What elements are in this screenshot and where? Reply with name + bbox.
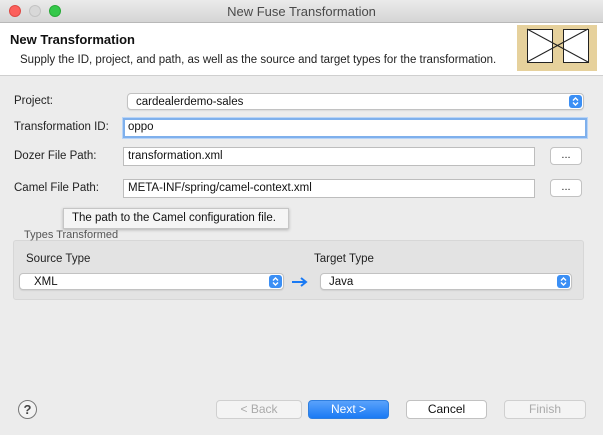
page-description: Supply the ID, project, and path, as wel… <box>20 54 497 66</box>
dozer-file-path-value: transformation.xml <box>128 150 223 162</box>
transformation-id-input[interactable]: oppo <box>123 118 587 138</box>
cancel-button[interactable]: Cancel <box>406 400 487 419</box>
chevron-updown-icon <box>269 275 282 288</box>
transformation-banner-icon <box>517 25 597 71</box>
target-type-select[interactable]: Java <box>320 273 572 290</box>
source-type-select[interactable]: XML <box>19 273 284 290</box>
project-label: Project: <box>14 95 53 107</box>
transformation-id-value: oppo <box>128 121 154 133</box>
project-value: cardealerdemo-sales <box>136 96 244 108</box>
chevron-updown-icon <box>557 275 570 288</box>
wizard-header: New Transformation Supply the ID, projec… <box>0 23 603 76</box>
types-transformed-group <box>13 240 584 300</box>
arrow-right-icon <box>292 277 308 287</box>
back-button[interactable]: < Back <box>216 400 302 419</box>
transformation-id-label: Transformation ID: <box>14 121 109 133</box>
source-type-label: Source Type <box>26 253 91 265</box>
title-bar: New Fuse Transformation <box>0 0 603 23</box>
source-type-value: XML <box>34 276 58 288</box>
dozer-browse-button[interactable]: ... <box>550 147 582 165</box>
page-title: New Transformation <box>10 32 135 47</box>
window-title: New Fuse Transformation <box>227 4 376 19</box>
dozer-file-path-input[interactable]: transformation.xml <box>123 147 535 166</box>
camel-browse-button[interactable]: ... <box>550 179 582 197</box>
chevron-updown-icon <box>569 95 582 108</box>
target-type-value: Java <box>329 276 354 288</box>
target-type-label: Target Type <box>314 253 374 265</box>
next-button[interactable]: Next > <box>308 400 389 419</box>
project-select[interactable]: cardealerdemo-sales <box>127 93 584 110</box>
types-transformed-label: Types Transformed <box>24 229 119 241</box>
camel-path-tooltip: The path to the Camel configuration file… <box>63 208 289 229</box>
dozer-file-path-label: Dozer File Path: <box>14 150 97 162</box>
tooltip-text: The path to the Camel configuration file… <box>72 212 276 224</box>
help-button[interactable]: ? <box>18 400 37 419</box>
camel-file-path-label: Camel File Path: <box>14 182 100 194</box>
camel-file-path-value: META-INF/spring/camel-context.xml <box>128 182 312 194</box>
camel-file-path-input[interactable]: META-INF/spring/camel-context.xml <box>123 179 535 198</box>
finish-button[interactable]: Finish <box>504 400 586 419</box>
